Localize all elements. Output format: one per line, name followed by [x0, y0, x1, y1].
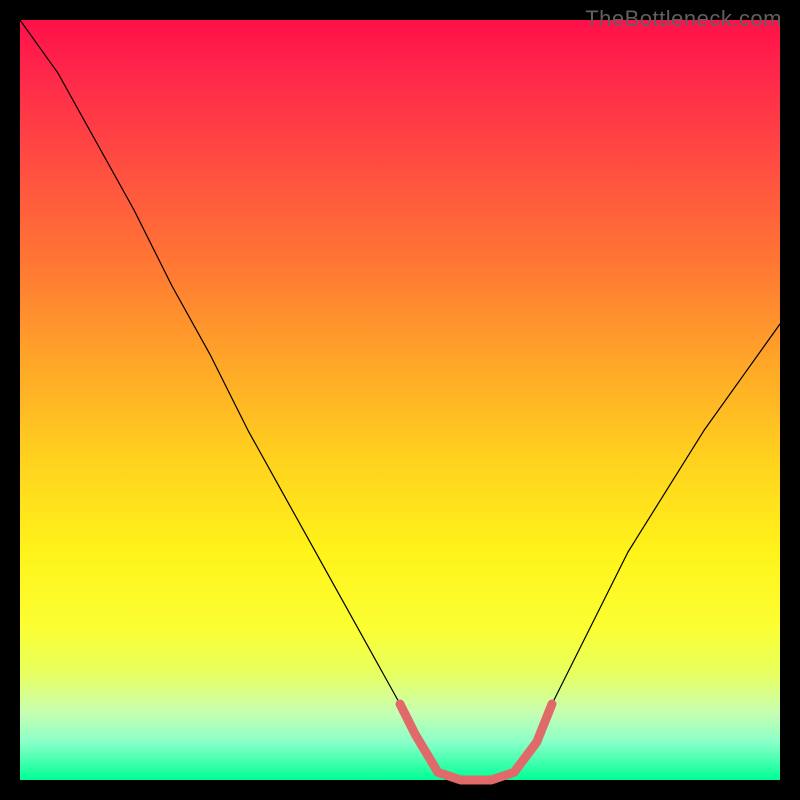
- chart-svg: [20, 20, 780, 780]
- bottleneck-curve-path: [20, 20, 780, 780]
- valley-highlight-path: [400, 704, 552, 780]
- chart-frame: TheBottleneck.com: [0, 0, 800, 800]
